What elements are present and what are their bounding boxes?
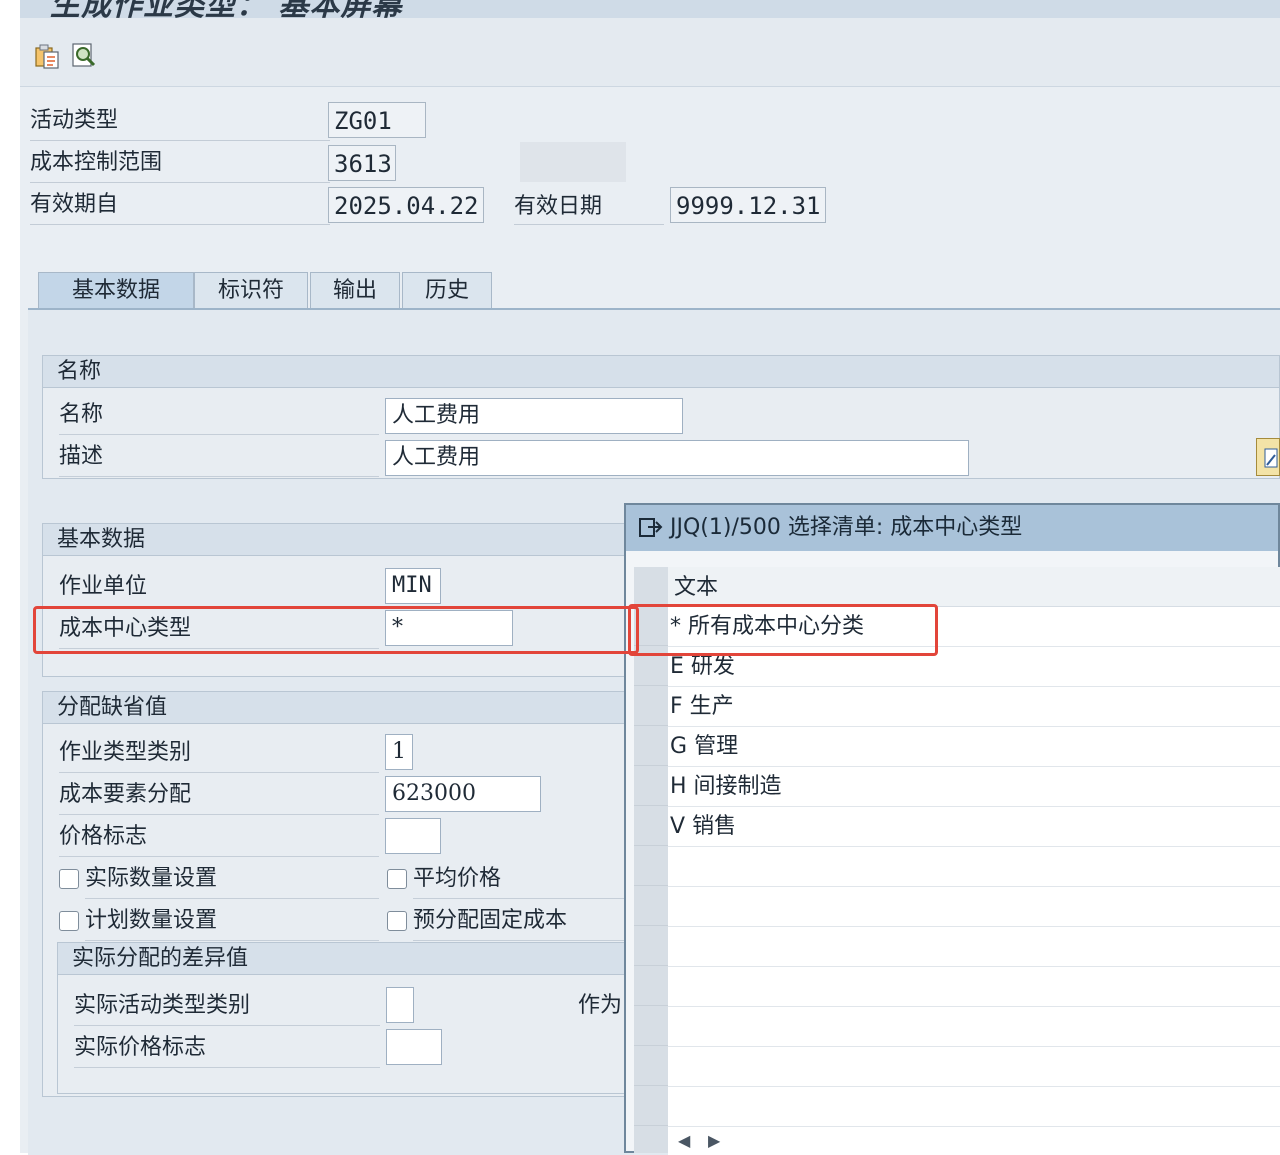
row-selector[interactable] (634, 927, 668, 966)
row-selector[interactable] (634, 1007, 668, 1046)
list-item[interactable]: G 管理 (668, 727, 1280, 767)
long-text-button[interactable] (1256, 438, 1280, 476)
row-selector[interactable] (634, 687, 668, 726)
row-selector[interactable] (634, 767, 668, 806)
tab-history[interactable]: 历史 (402, 272, 492, 308)
row-selector[interactable] (634, 1047, 668, 1086)
horizontal-scrollbar[interactable]: ◀ ▶ (668, 1127, 1280, 1155)
actual-quantity-checkbox[interactable] (59, 869, 79, 889)
popup-title: JJQ(1)/500 选择清单: 成本中心类型 (670, 515, 1023, 540)
list-item[interactable]: H 间接制造 (668, 767, 1280, 807)
cost-element-input[interactable]: 623000 (385, 776, 541, 812)
window-title: 生成作业类型： 基本屏幕 (50, 0, 403, 18)
display-search-button[interactable] (68, 40, 98, 70)
valid-from-label: 有效期自 (30, 186, 330, 225)
list-item-text: 销售 (692, 814, 737, 839)
row-selector[interactable] (634, 807, 668, 846)
tab-output[interactable]: 输出 (310, 272, 400, 308)
list-item-key: G (670, 734, 688, 759)
list-item-key: H (670, 774, 687, 799)
list-item[interactable]: V 销售 (668, 807, 1280, 847)
row-selector[interactable] (634, 967, 668, 1006)
activity-unit-input[interactable]: MIN (385, 568, 441, 604)
name-group-title: 名称 (43, 356, 1279, 388)
name-input[interactable]: 人工费用 (385, 398, 683, 434)
empty-row (668, 1007, 1280, 1047)
document-search-icon (72, 43, 96, 67)
average-price-checkbox[interactable] (387, 869, 407, 889)
description-label: 描述 (59, 438, 379, 477)
list-item-text: 管理 (694, 734, 739, 759)
valid-to-field[interactable]: 9999.12.31 (670, 187, 826, 223)
cost-element-label: 成本要素分配 (59, 776, 379, 815)
prealloc-fixed-cost-checkbox[interactable] (387, 911, 407, 931)
activity-unit-label: 作业单位 (59, 568, 379, 607)
controlling-area-label: 成本控制范围 (30, 144, 330, 183)
empty-row (668, 1047, 1280, 1087)
window-icon (639, 518, 663, 537)
empty-row (668, 887, 1280, 927)
window-titlebar: 生成作业类型： 基本屏幕 (20, 0, 1280, 18)
plan-quantity-label: 计划数量设置 (85, 902, 379, 941)
actual-price-indicator-label: 实际价格标志 (74, 1029, 380, 1068)
row-selector[interactable] (634, 1087, 668, 1126)
as-label: 作为 (578, 993, 623, 1018)
popup-titlebar: JJQ(1)/500 选择清单: 成本中心类型 (626, 505, 1278, 551)
list-item-text: 间接制造 (693, 774, 782, 799)
name-group: 名称 名称 人工费用 描述 人工费用 (42, 355, 1280, 479)
actual-price-indicator-input[interactable] (386, 1029, 442, 1065)
price-indicator-input[interactable] (385, 818, 441, 854)
empty-row (668, 847, 1280, 887)
list-item-key: E (670, 654, 684, 679)
scroll-left-icon[interactable]: ◀ (678, 1127, 690, 1155)
activity-type-field[interactable]: ZG01 (328, 102, 426, 138)
empty-row (668, 1087, 1280, 1127)
application-toolbar (20, 18, 1280, 87)
highlight-cost-center-type (33, 606, 639, 654)
actual-activity-category-input[interactable] (386, 987, 414, 1023)
name-label: 名称 (59, 396, 379, 435)
scroll-right-icon[interactable]: ▶ (708, 1127, 720, 1155)
tabstrip: 基本数据 标识符 输出 历史 (28, 270, 1280, 310)
plan-quantity-checkbox[interactable] (59, 911, 79, 931)
empty-row (668, 927, 1280, 967)
highlight-all-categories-row (628, 604, 938, 656)
empty-row (668, 967, 1280, 1007)
valid-to-label: 有效日期 (514, 186, 664, 225)
list-item[interactable]: F 生产 (668, 687, 1280, 727)
price-indicator-label: 价格标志 (59, 818, 379, 857)
controlling-area-field[interactable]: 3613 (328, 145, 396, 181)
row-selector[interactable] (634, 727, 668, 766)
description-input[interactable]: 人工费用 (385, 440, 969, 476)
blurred-description (520, 142, 626, 182)
activity-category-input[interactable]: 1 (385, 734, 413, 770)
list-item-text: 生产 (689, 694, 734, 719)
clipboard-icon (35, 44, 59, 69)
change-document-button[interactable] (32, 40, 62, 70)
prealloc-fixed-cost-label: 预分配固定成本 (413, 902, 643, 941)
tab-indicators[interactable]: 标识符 (194, 272, 308, 308)
tab-basic-data[interactable]: 基本数据 (38, 272, 194, 308)
row-selector[interactable] (634, 847, 668, 886)
column-header-text[interactable]: 文本 (668, 567, 1280, 607)
average-price-label: 平均价格 (413, 860, 643, 899)
activity-type-label: 活动类型 (30, 102, 330, 141)
selection-list-popup: JJQ(1)/500 选择清单: 成本中心类型 文本 * 所有成本中心分类 E 研… (624, 503, 1280, 1155)
list-item-text: 研发 (690, 654, 735, 679)
activity-category-label: 作业类型类别 (59, 734, 379, 773)
list-item-key: V (670, 814, 686, 839)
valid-from-field[interactable]: 2025.04.22 (328, 187, 484, 223)
row-selector[interactable] (634, 887, 668, 926)
edit-text-icon (1264, 448, 1278, 468)
actual-quantity-label: 实际数量设置 (85, 860, 379, 899)
actual-activity-category-label: 实际活动类型类别 (74, 987, 380, 1026)
list-item-key: F (670, 694, 683, 719)
